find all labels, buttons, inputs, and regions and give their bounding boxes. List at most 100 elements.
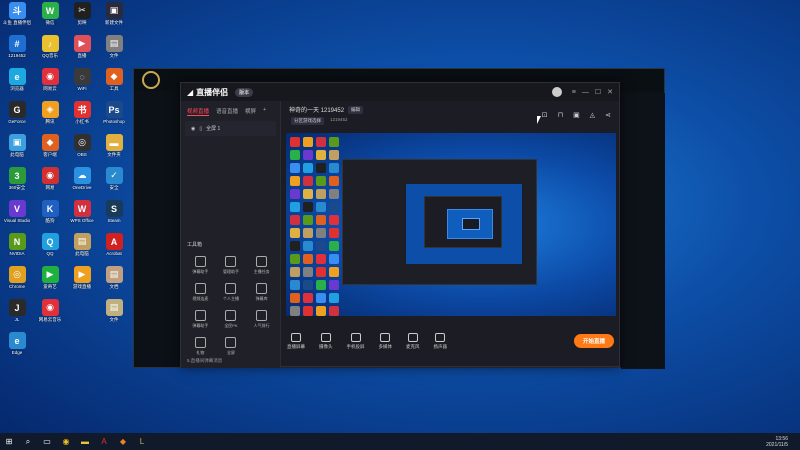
task-view-icon[interactable]: ▭ xyxy=(42,437,52,447)
desktop-icon[interactable]: A Acrobat xyxy=(98,233,130,266)
room-id: 1219452 xyxy=(330,117,348,122)
desktop-icon[interactable]: 3 360安全 xyxy=(1,167,33,200)
chrome-icon[interactable]: ◉ xyxy=(61,437,71,447)
desktop-icon[interactable]: V Visual Studio xyxy=(1,200,33,233)
lock-icon[interactable]: ⊓ xyxy=(558,111,563,119)
desktop-icon[interactable]: ◆ 工具 xyxy=(98,68,130,101)
desktop-icon[interactable]: ◈ 腾讯 xyxy=(34,101,66,134)
tool-item[interactable]: 主播任务 xyxy=(246,256,277,275)
source-label: 扬声器 xyxy=(433,343,448,349)
desktop-icon[interactable]: N NVIDIA xyxy=(1,233,33,266)
source-button[interactable]: 摄像头 xyxy=(319,332,333,350)
preview-mini-icon xyxy=(303,163,313,173)
source-button[interactable]: 扬声器 xyxy=(433,332,448,350)
tab-voice-live[interactable]: 语音直播 xyxy=(216,107,238,116)
edit-stream-button[interactable]: 编辑 xyxy=(348,105,364,114)
desktop-icon[interactable]: ▶ 游戏直播 xyxy=(66,266,98,299)
maximize-icon[interactable]: ☐ xyxy=(595,88,601,96)
source-button[interactable]: 麦克风 xyxy=(406,332,420,350)
share-icon[interactable]: ⋖ xyxy=(605,111,611,119)
desktop-icon[interactable]: ◆ 客户端 xyxy=(34,134,66,167)
start-live-button[interactable]: 开始直播 xyxy=(573,334,614,348)
version-badge[interactable]: 版本 xyxy=(235,87,254,97)
tool-item[interactable]: 弹幕库 xyxy=(246,283,277,302)
lock-icon[interactable]: ▯ xyxy=(199,126,202,132)
close-icon[interactable]: ✕ xyxy=(607,88,613,96)
desktop-icon[interactable]: ◎ OBS xyxy=(66,134,98,167)
windows-start-icon[interactable]: ⊞ xyxy=(4,437,14,447)
desktop-icon[interactable]: J JL xyxy=(1,299,33,332)
desktop-icon[interactable]: ▤ 文件 xyxy=(98,299,130,332)
desktop-icon[interactable]: ♪ QQ音乐 xyxy=(34,35,66,68)
source-button[interactable]: 多媒体 xyxy=(379,332,392,350)
desktop-icon[interactable]: ▶ 爱奇艺 xyxy=(34,266,66,299)
source-button[interactable]: 直播屏幕 xyxy=(287,332,305,350)
desktop-icon[interactable]: ▬ 文件夹 xyxy=(98,134,130,167)
bell-icon[interactable]: ◬ xyxy=(590,111,595,119)
menu-icon[interactable]: ≡ xyxy=(572,89,576,96)
tool-item[interactable]: 弹幕助手 xyxy=(185,256,216,275)
desktop-icon[interactable]: ◌ WiFi xyxy=(66,68,98,101)
scene-item[interactable]: ◉ ▯ 全屏 1 xyxy=(185,121,276,136)
tool-label: 管理助手 xyxy=(222,269,239,274)
preview-mini-icon xyxy=(290,176,300,186)
desktop-icon[interactable]: W 微信 xyxy=(34,2,66,35)
preview-mini-icon xyxy=(303,137,313,147)
category-tag[interactable]: 分区游戏选择 xyxy=(291,117,324,125)
desktop-icon[interactable]: ◎ Chrome xyxy=(1,266,33,299)
search-icon[interactable]: ⌕ xyxy=(23,437,33,447)
desktop-icon[interactable]: #1219452 xyxy=(1,35,33,68)
desktop-icon-label: Visual Studio xyxy=(3,218,31,223)
tool-item[interactable]: 礼物 xyxy=(185,337,216,356)
tab-landscape[interactable]: 横屏 xyxy=(245,107,256,116)
desktop-icon[interactable]: S Steam xyxy=(98,200,130,233)
tool-item[interactable]: 视频连麦 xyxy=(185,283,216,302)
desktop-icon[interactable]: ▤ 此电脑 xyxy=(66,233,98,266)
desktop-icon[interactable]: ✓ 安全 xyxy=(98,167,130,200)
tool-item[interactable]: 全屏 xyxy=(216,337,247,356)
preview-mini-icon xyxy=(290,150,300,160)
desktop-icon[interactable]: ◉ 网易云音乐 xyxy=(34,299,66,332)
desktop-icon[interactable]: K 酷狗 xyxy=(34,200,66,233)
streaming-app-window[interactable]: ◢ 直播伴侣 版本 ≡ — ☐ ✕ 视频直播 语音直播 横屏 + ◉ ▯ 全屏 … xyxy=(180,82,620,368)
system-clock[interactable]: 13:56 2021/11/5 xyxy=(766,436,788,448)
desktop-icon[interactable]: ▶ 直播 xyxy=(66,35,98,68)
desktop-icon[interactable]: ☁ OneDrive xyxy=(66,167,98,200)
gift-icon[interactable]: ▣ xyxy=(573,111,580,119)
add-tab-icon[interactable]: + xyxy=(263,107,266,116)
user-avatar[interactable] xyxy=(551,87,562,97)
desktop-icon[interactable]: 书小红书 xyxy=(66,101,98,134)
tool-item[interactable]: 人气排行 xyxy=(246,310,277,329)
acrobat-icon[interactable]: A xyxy=(99,437,109,447)
desktop-icon[interactable]: G GeForce xyxy=(1,101,33,134)
source-button[interactable]: 手机投屏 xyxy=(347,332,365,350)
desktop-icon[interactable]: W WPS Office xyxy=(66,200,98,233)
streaming-app-icon[interactable]: ◆ xyxy=(118,437,128,447)
desktop-icon[interactable]: e 浏览器 xyxy=(1,68,33,101)
desktop-icon[interactable]: Q QQ xyxy=(34,233,66,266)
desktop-icon[interactable]: ◉ 网易 xyxy=(34,167,66,200)
desktop-icon[interactable]: ▣ 新建文件 xyxy=(98,2,130,35)
eye-icon[interactable]: ◉ xyxy=(191,126,195,132)
tab-video-live[interactable]: 视频直播 xyxy=(187,107,210,116)
desktop-icon[interactable]: e Edge xyxy=(1,332,33,365)
preview-mini-icon xyxy=(290,137,300,147)
desktop-icon[interactable]: Ps Photoshop xyxy=(98,101,130,134)
game-client-icon[interactable]: L xyxy=(137,437,147,447)
desktop-icon[interactable]: ✂ 剪映 xyxy=(66,2,98,35)
desktop-icon[interactable]: ▣ 此电脑 xyxy=(1,134,33,167)
desktop-icon[interactable]: ▤ 文件 xyxy=(98,35,130,68)
tool-item[interactable]: 管理助手 xyxy=(216,256,247,275)
folder-icon[interactable]: ▬ xyxy=(80,437,90,447)
stream-preview[interactable] xyxy=(286,133,616,316)
tool-item[interactable]: 个人主播 xyxy=(216,283,247,302)
preview-icons-c xyxy=(316,137,326,316)
minimize-icon[interactable]: — xyxy=(582,89,589,96)
app-icon: ▤ xyxy=(105,299,123,316)
tool-item[interactable]: 弹幕助手 xyxy=(185,310,216,329)
desktop-icon[interactable]: ▤ 文档 xyxy=(98,266,130,299)
desktop-icon-label: 工具 xyxy=(109,86,119,91)
tool-item[interactable]: 全民PK xyxy=(216,310,247,329)
desktop-icon[interactable]: ◉ 网易云 xyxy=(34,68,66,101)
desktop-icon[interactable]: 斗斗鱼 直播伴侣 xyxy=(1,2,33,35)
